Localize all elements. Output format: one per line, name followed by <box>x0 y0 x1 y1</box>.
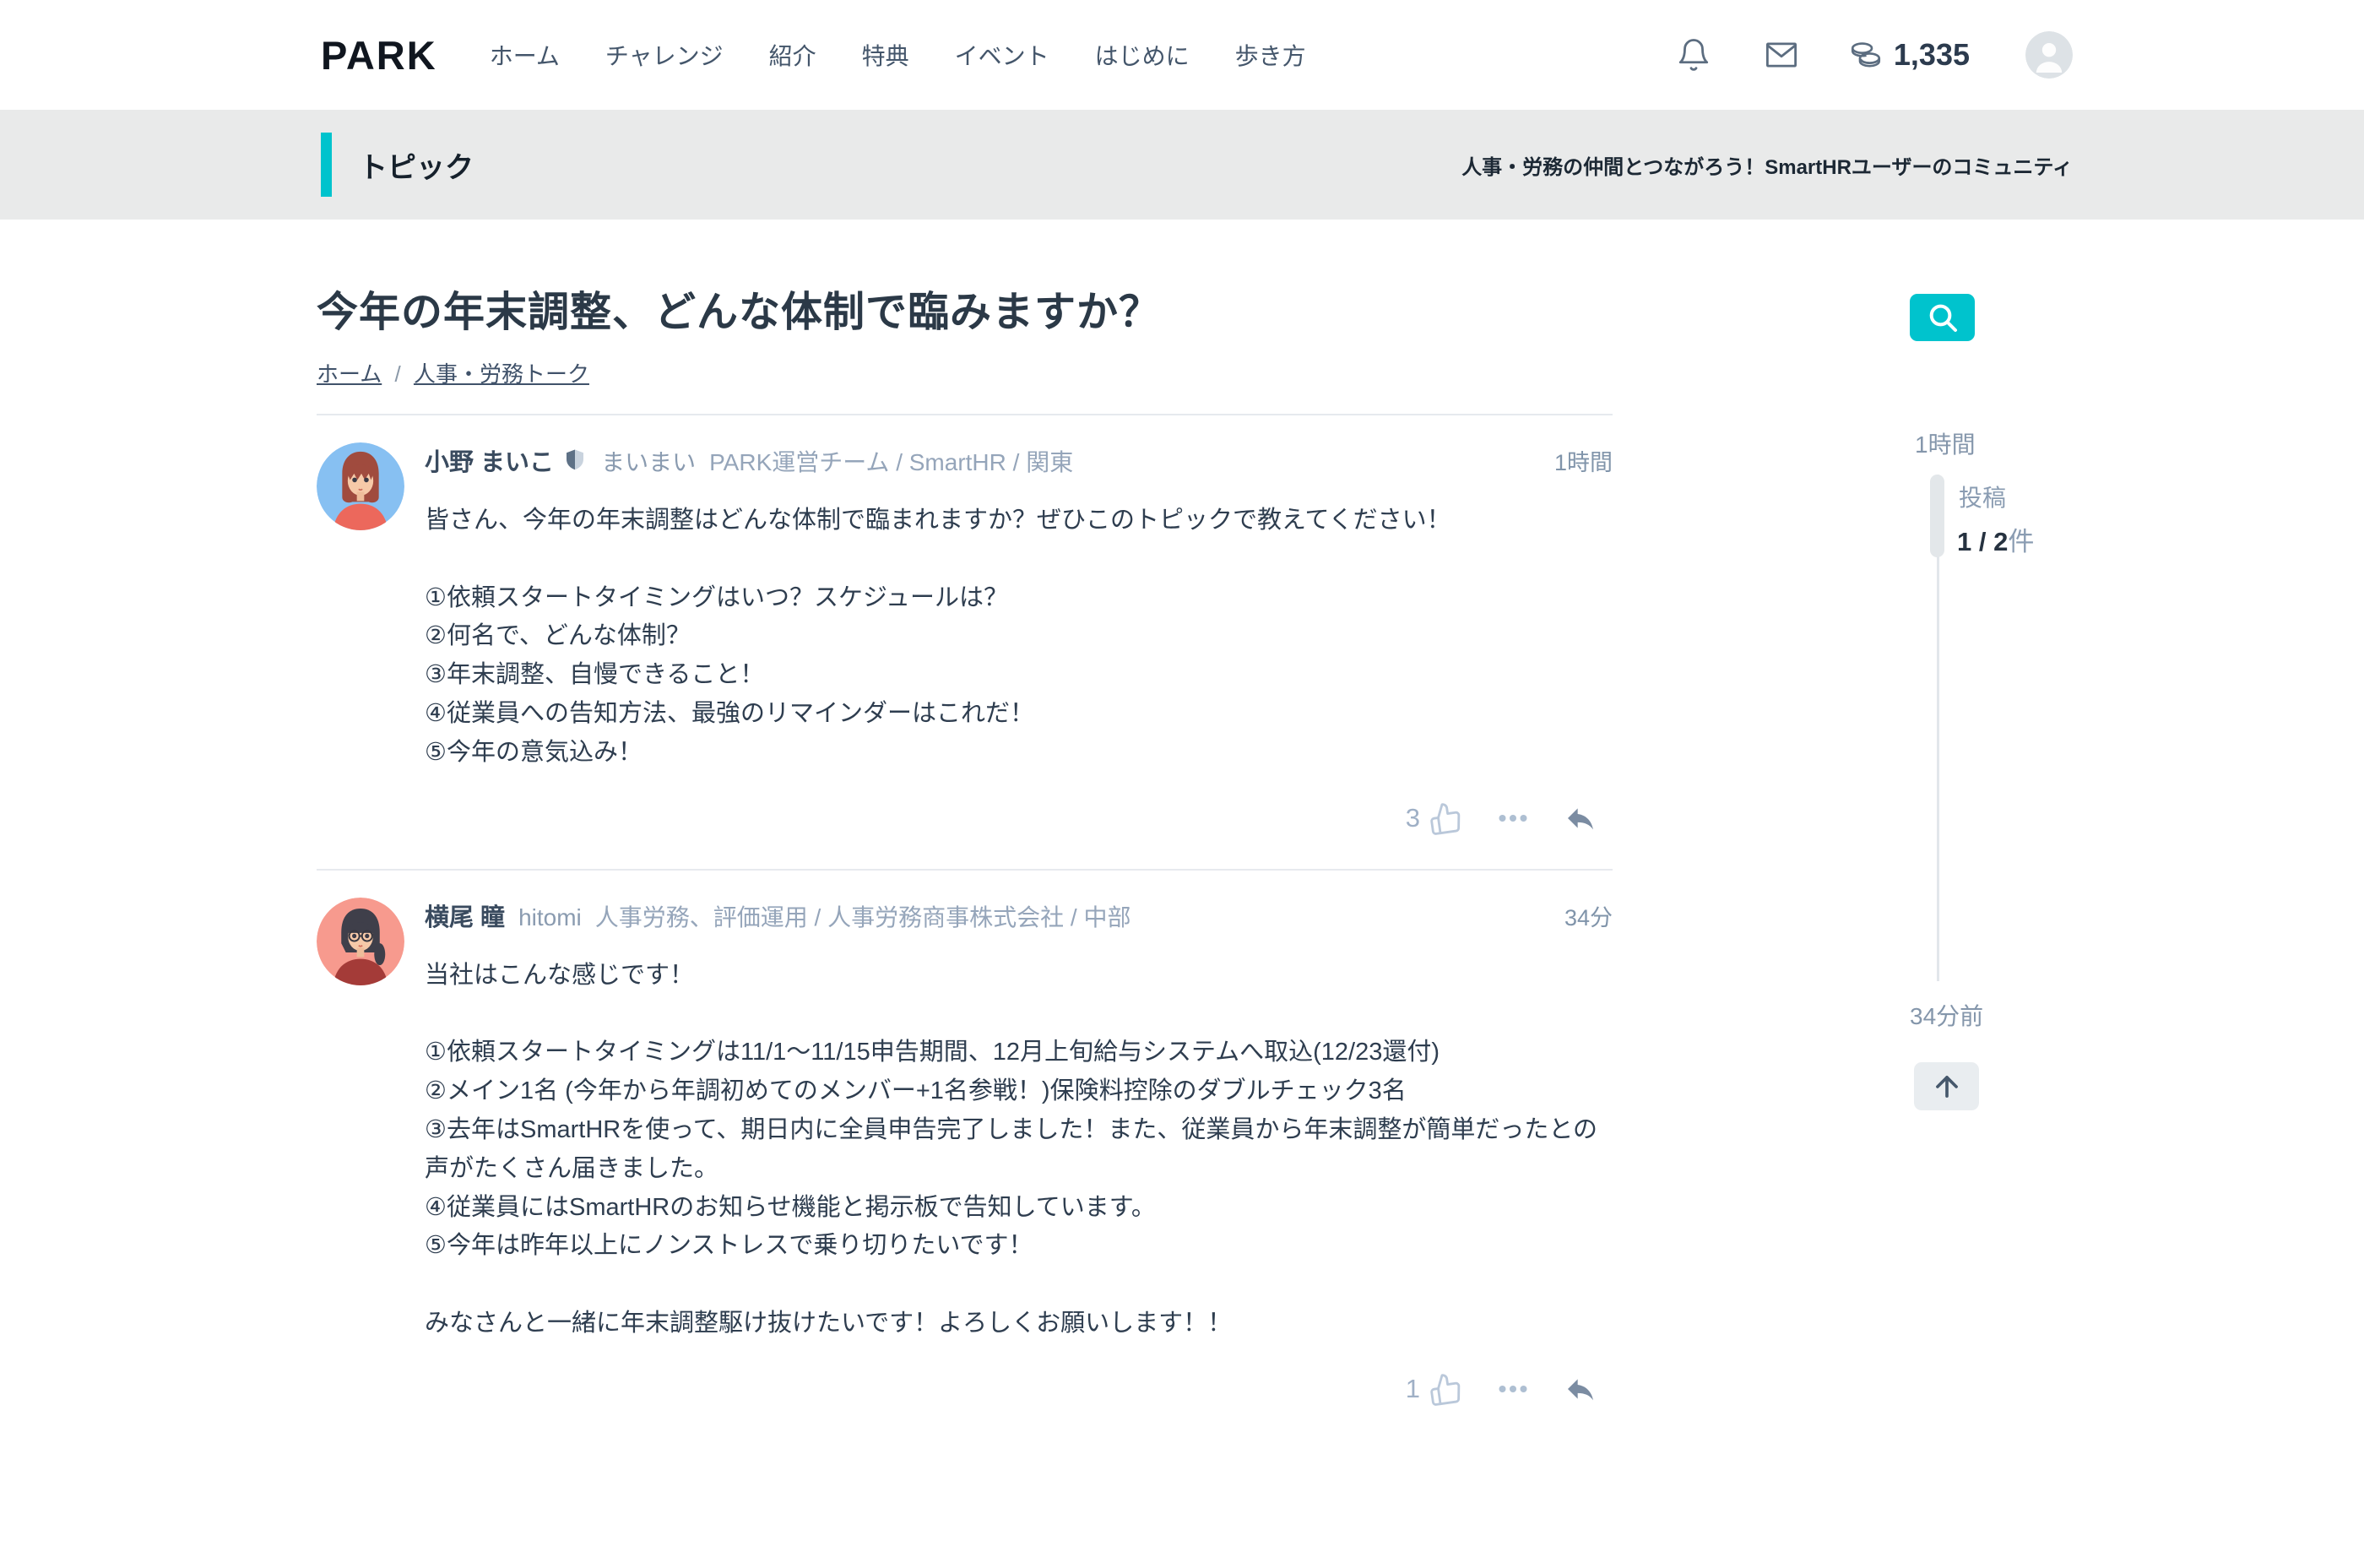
nav-intro[interactable]: 紹介 <box>769 38 816 72</box>
nav-home[interactable]: ホーム <box>490 38 560 72</box>
breadcrumb: ホーム / 人事・労務トーク <box>317 357 1613 415</box>
timeline-top-time: 1時間 <box>1915 431 1976 458</box>
park-logo[interactable]: PARK <box>321 32 437 79</box>
nav-challenge[interactable]: チャレンジ <box>605 38 724 72</box>
notification-bell-icon[interactable] <box>1676 37 1711 73</box>
nav-guide[interactable]: 歩き方 <box>1235 38 1306 72</box>
like-button[interactable]: 3 <box>1406 801 1462 835</box>
post-message: 当社はこんな感じです！ ①依頼スタートタイミングは11/1〜11/15申告期間、… <box>425 961 1598 1337</box>
like-count: 3 <box>1405 802 1420 833</box>
post-author-avatar[interactable] <box>317 897 404 985</box>
breadcrumb-home-link[interactable]: ホーム <box>317 361 382 387</box>
timeline-bottom-time: 34分前 <box>1910 1003 1984 1029</box>
post-2: 横尾 瞳 hitomi 人事労務、評価運用 / 人事労務商事株式会社 / 中部 … <box>317 868 1613 1440</box>
community-tagline: 人事・労務の仲間とつながろう！SmartHRユーザーのコミュニティ <box>1461 155 2073 179</box>
search-button[interactable] <box>1910 294 1975 341</box>
count-unit: 件 <box>2008 527 2035 556</box>
search-icon <box>1929 304 1957 332</box>
reply-icon[interactable] <box>1564 1372 1597 1406</box>
post-header: 小野 まいこ まいまい PARK運営チーム / SmartHR / 関東 1時間 <box>425 442 1613 478</box>
topic-title: 今年の年末調整、どんな体制で臨みますか？ <box>317 290 1162 335</box>
count-total: 2 <box>1993 527 2009 556</box>
post-actions: 3 <box>425 801 1613 835</box>
reply-icon[interactable] <box>1564 801 1597 835</box>
user-avatar[interactable] <box>2025 31 2073 79</box>
staff-shield-icon <box>567 449 584 470</box>
arrow-up-icon <box>1935 1075 1958 1098</box>
post-header: 横尾 瞳 hitomi 人事労務、評価運用 / 人事労務商事株式会社 / 中部 … <box>425 898 1613 933</box>
scroll-to-top-button[interactable] <box>1914 1062 1979 1110</box>
post-timestamp[interactable]: 34分 <box>1564 899 1613 932</box>
header-actions: 1,335 <box>1624 31 2073 79</box>
author-name[interactable]: 横尾 瞳 <box>425 898 505 933</box>
author-handle: hitomi <box>518 903 582 930</box>
main-area: 今年の年末調整、どんな体制で臨みますか？ ホーム / 人事・労務トーク 小野 ま… <box>0 220 2364 1440</box>
timeline-posts-label: 投稿 <box>1959 485 2007 511</box>
more-options-icon[interactable] <box>1496 1372 1530 1406</box>
count-separator: / <box>1971 527 1994 556</box>
author-meta: PARK運営チーム / SmartHR / 関東 <box>709 449 1074 475</box>
nav-getting-started[interactable]: はじめに <box>1095 38 1190 72</box>
author-handle: まいまい <box>601 449 697 475</box>
breadcrumb-category-link[interactable]: 人事・労務トーク <box>414 361 589 387</box>
post-message: 皆さん、今年の年末調整はどんな体制で臨まれますか？ぜひこのトピックで教えてくださ… <box>425 507 1451 766</box>
coin-count: 1,335 <box>1893 37 1970 72</box>
points-counter[interactable]: 1,335 <box>1848 37 1970 73</box>
section-title: トピック <box>359 151 474 184</box>
nav-benefits[interactable]: 特典 <box>862 38 909 72</box>
timeline-scrubber-handle[interactable] <box>1930 475 1944 557</box>
accent-bar <box>321 133 332 197</box>
post-1: 小野 まいこ まいまい PARK運営チーム / SmartHR / 関東 1時間… <box>317 415 1613 869</box>
thumbs-up-icon <box>1430 802 1461 835</box>
topic-band: トピック 人事・労務の仲間とつながろう！SmartHRユーザーのコミュニティ <box>0 110 2364 220</box>
like-button[interactable]: 1 <box>1406 1372 1462 1406</box>
main-nav: ホーム チャレンジ 紹介 特典 イベント はじめに 歩き方 <box>490 38 1306 72</box>
messages-mail-icon[interactable] <box>1764 37 1799 73</box>
post-timestamp[interactable]: 1時間 <box>1554 444 1613 477</box>
app-header: PARK ホーム チャレンジ 紹介 特典 イベント はじめに 歩き方 1,335 <box>0 0 2364 110</box>
timeline-post-count: 1 / 2件 <box>1957 520 2034 558</box>
count-current: 1 <box>1957 527 1972 556</box>
more-options-icon[interactable] <box>1496 801 1530 835</box>
author-name[interactable]: 小野 まいこ <box>425 442 554 478</box>
nav-events[interactable]: イベント <box>955 38 1049 72</box>
coin-icon <box>1851 42 1880 68</box>
post-author-avatar[interactable] <box>317 442 404 530</box>
post-actions: 1 <box>425 1372 1613 1406</box>
thumbs-up-icon <box>1430 1374 1461 1406</box>
like-count: 1 <box>1405 1373 1420 1403</box>
breadcrumb-separator: / <box>394 361 401 387</box>
author-meta: 人事労務、評価運用 / 人事労務商事株式会社 / 中部 <box>594 903 1131 930</box>
